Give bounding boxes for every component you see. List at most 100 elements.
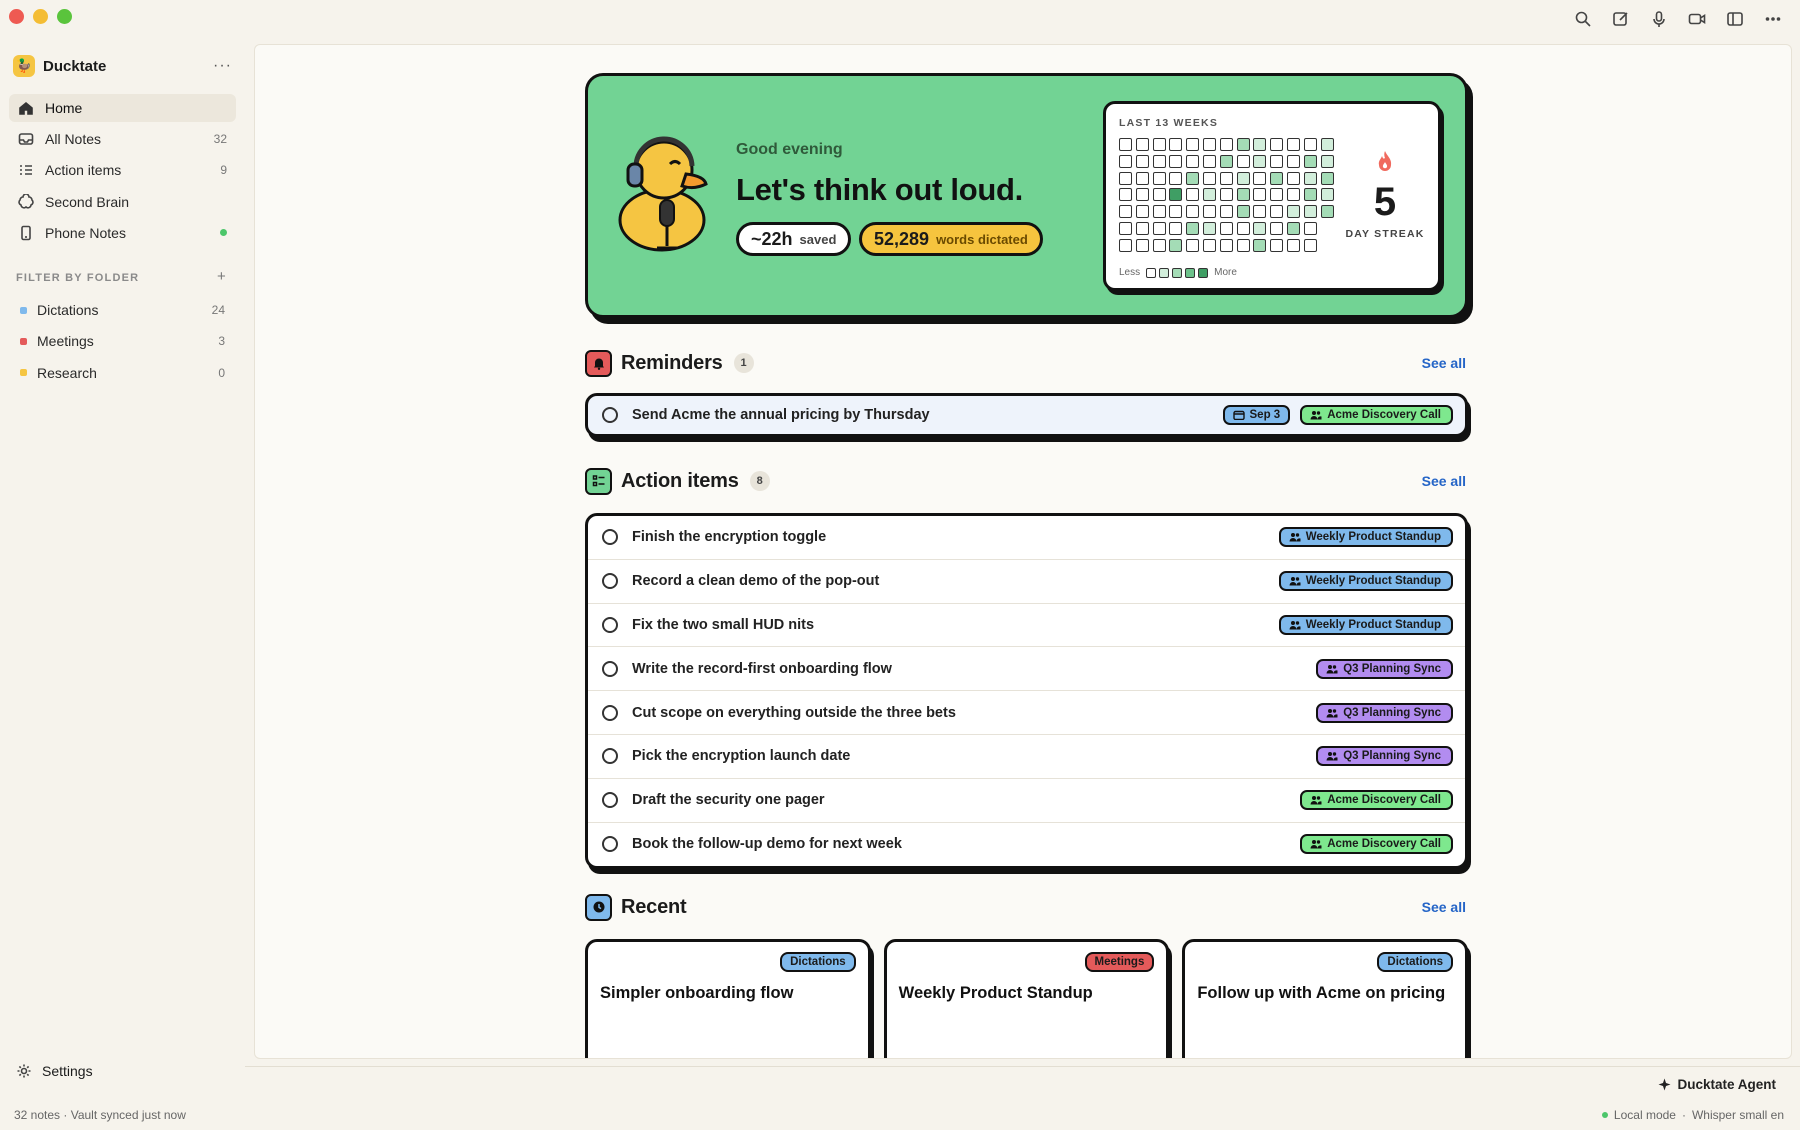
settings-button[interactable]: Settings (16, 1063, 93, 1079)
activity-cell (1236, 238, 1250, 252)
action-item-checkbox[interactable] (602, 704, 618, 721)
folder-list: Dictations 24 Meetings 3 Research 0 (9, 296, 236, 390)
action-item-row[interactable]: Pick the encryption launch date Q3 Planni… (588, 735, 1465, 779)
settings-label: Settings (42, 1063, 93, 1079)
action-items-header: Action items 8 See all (585, 467, 1468, 495)
local-mode-label: Local mode (1613, 1108, 1676, 1122)
note-date: 2026-08-28 (1197, 1056, 1258, 1058)
reminders-list: Send Acme the annual pricing by Thursday… (585, 393, 1468, 437)
sidebar-item-action-items[interactable]: Action items 9 (9, 156, 236, 184)
folder-tag: Meetings (1084, 952, 1155, 972)
video-icon[interactable] (1688, 10, 1706, 28)
activity-cell (1253, 221, 1267, 235)
action-item-row[interactable]: Write the record-first onboarding flow Q3… (588, 647, 1465, 692)
meeting-tag[interactable]: Weekly Product Standup (1278, 614, 1453, 635)
more-options-icon[interactable] (1764, 10, 1782, 28)
action-items-see-all-link[interactable]: See all (1422, 473, 1466, 489)
sidebar-item-home[interactable]: Home (9, 94, 236, 122)
checklist-icon (585, 467, 612, 495)
activity-cell (1135, 205, 1149, 219)
action-item-row[interactable]: Fix the two small HUD nits Weekly Product… (588, 604, 1465, 648)
compose-icon[interactable] (1612, 10, 1630, 28)
sidebar-item-second-brain[interactable]: Second Brain (9, 188, 236, 216)
heatmap-legend: Less More (1119, 267, 1237, 278)
meeting-tag[interactable]: Weekly Product Standup (1278, 527, 1453, 548)
folder-item-dictations[interactable]: Dictations 24 (9, 296, 236, 324)
activity-cell (1270, 188, 1284, 202)
action-item-checkbox[interactable] (602, 529, 618, 546)
activity-cell (1286, 221, 1300, 235)
sidebar-item-count: 9 (220, 163, 227, 178)
search-icon[interactable] (1574, 10, 1592, 28)
folder-item-research[interactable]: Research 0 (9, 359, 236, 387)
folder-color-dot (20, 306, 27, 314)
reminder-row[interactable]: Send Acme the annual pricing by Thursday… (588, 396, 1465, 434)
recent-note-card[interactable]: Dictations Simpler onboarding flow 2026-08… (585, 939, 871, 1058)
meeting-tag[interactable]: Q3 Planning Sync (1316, 658, 1453, 679)
action-item-checkbox[interactable] (602, 836, 618, 853)
minimize-window-button[interactable] (33, 9, 48, 24)
action-item-checkbox[interactable] (602, 573, 618, 590)
sparkle-icon (1658, 1078, 1671, 1091)
action-item-checkbox[interactable] (602, 748, 618, 765)
microphone-icon[interactable] (1650, 10, 1668, 28)
folder-item-meetings[interactable]: Meetings 3 (9, 327, 236, 355)
meeting-tag[interactable]: Acme Discovery Call (1300, 834, 1453, 855)
top-toolbar (1574, 10, 1782, 28)
activity-cell (1186, 221, 1200, 235)
legend-level-2 (1172, 267, 1183, 278)
people-icon (1289, 533, 1301, 542)
close-window-button[interactable] (9, 9, 24, 24)
action-item-checkbox[interactable] (602, 792, 618, 809)
activity-cell (1186, 188, 1200, 202)
action-item-row[interactable]: Finish the encryption toggle Weekly Produ… (588, 516, 1465, 560)
activity-cell (1219, 238, 1233, 252)
people-icon (1326, 708, 1338, 718)
meeting-tag[interactable]: Weekly Product Standup (1278, 571, 1453, 592)
meeting-tag[interactable]: Q3 Planning Sync (1316, 702, 1453, 723)
add-folder-icon[interactable]: + (217, 269, 227, 284)
meeting-tag[interactable]: Acme Discovery Call (1300, 405, 1453, 425)
recent-see-all-link[interactable]: See all (1422, 899, 1466, 915)
action-item-row[interactable]: Cut scope on everything outside the thre… (588, 691, 1465, 735)
action-item-row[interactable]: Draft the security one pager Acme Discove… (588, 779, 1465, 823)
recent-note-card[interactable]: Dictations Follow up with Acme on pricing… (1182, 939, 1469, 1058)
activity-cell (1169, 171, 1183, 185)
ducktate-agent-button[interactable]: Ducktate Agent (1658, 1077, 1776, 1092)
action-item-text: Record a clean demo of the pop-out (632, 573, 880, 590)
activity-cell (1303, 171, 1317, 185)
legend-level-3 (1185, 267, 1196, 278)
clock-icon (585, 893, 612, 921)
zoom-window-button[interactable] (57, 9, 72, 24)
sync-status-dot (220, 229, 227, 237)
activity-cell (1186, 138, 1200, 151)
meeting-tag[interactable]: Acme Discovery Call (1300, 790, 1453, 811)
sidebar-toggle-icon[interactable] (1726, 10, 1744, 28)
activity-cell (1135, 238, 1149, 252)
reminders-title: Reminders (621, 351, 723, 374)
action-item-row[interactable]: Record a clean demo of the pop-out Weekly… (588, 560, 1465, 604)
action-item-row[interactable]: Book the follow-up demo for next week Acm… (588, 823, 1465, 867)
sidebar-item-all-notes[interactable]: All Notes 32 (9, 125, 236, 153)
folder-color-dot (20, 369, 27, 377)
meeting-tag-label: Q3 Planning Sync (1343, 750, 1441, 763)
sidebar-item-phone-notes[interactable]: Phone Notes (9, 219, 236, 247)
activity-cell (1320, 154, 1334, 168)
meeting-tag[interactable]: Q3 Planning Sync (1316, 746, 1453, 767)
reminders-see-all-link[interactable]: See all (1422, 355, 1466, 371)
activity-cell (1119, 188, 1132, 202)
time-saved-pill: ~22h saved (736, 222, 852, 256)
reminder-checkbox[interactable] (602, 407, 618, 423)
recent-note-card[interactable]: Meetings Weekly Product Standup 2026-08-28 (883, 939, 1170, 1058)
workspace-more-icon[interactable]: ··· (213, 57, 232, 75)
folder-color-dot (20, 337, 27, 345)
workspace-header[interactable]: 🦆 Ducktate ··· (13, 54, 232, 78)
activity-cell (1236, 188, 1250, 202)
reminder-due-date: Sep 3 (1222, 405, 1291, 425)
action-item-checkbox[interactable] (602, 616, 618, 633)
legend-less-label: Less (1119, 267, 1141, 278)
action-item-text: Write the record-first onboarding flow (632, 660, 892, 677)
action-item-checkbox[interactable] (602, 660, 618, 677)
folder-tag: Dictations (780, 952, 856, 972)
streak-card: LAST 13 WEEKS Less More 5 DAY STREAK (1103, 101, 1441, 291)
